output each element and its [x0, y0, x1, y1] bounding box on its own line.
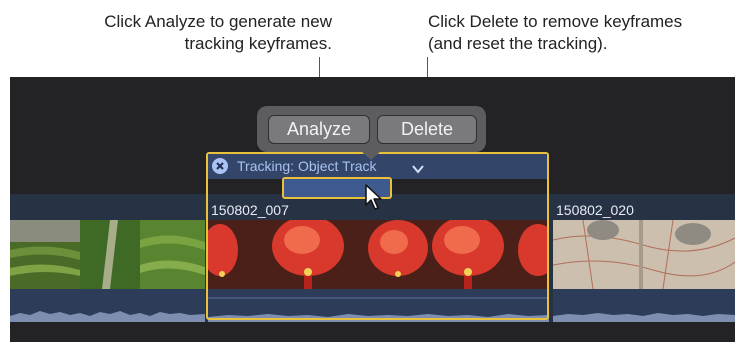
callout-delete-line2: (and reset the tracking). — [428, 34, 608, 53]
terraces-thumbnail — [10, 220, 205, 289]
mouse-pointer-icon — [365, 184, 382, 210]
clip-thumbnail-map[interactable] — [553, 220, 735, 289]
callout-analyze-line2: tracking keyframes. — [184, 34, 332, 53]
popup-pointer — [361, 151, 381, 160]
chevron-down-icon[interactable] — [412, 161, 424, 174]
callout-delete-line1: Click Delete to remove keyframes — [428, 12, 683, 31]
tracking-editor[interactable]: Tracking: Object Track — [206, 152, 549, 320]
callout-analyze-line1: Click Analyze to generate new — [104, 12, 332, 31]
analyze-button[interactable]: Analyze — [268, 115, 370, 144]
delete-button[interactable]: Delete — [377, 115, 477, 144]
tracking-popup: Analyze Delete — [257, 106, 486, 160]
clip-name-150802-020: 150802_020 — [556, 202, 634, 218]
audio-waveform-map — [553, 289, 735, 322]
callout-delete: Click Delete to remove keyframes (and re… — [428, 11, 735, 55]
clip-thumbnail-terraces[interactable] — [10, 220, 205, 289]
tracking-title: Tracking: Object Track — [237, 158, 377, 174]
callout-analyze: Click Analyze to generate new tracking k… — [36, 11, 332, 55]
map-thumbnail — [553, 220, 735, 289]
close-circle-icon[interactable] — [212, 158, 228, 174]
audio-waveform-terraces — [10, 289, 205, 322]
